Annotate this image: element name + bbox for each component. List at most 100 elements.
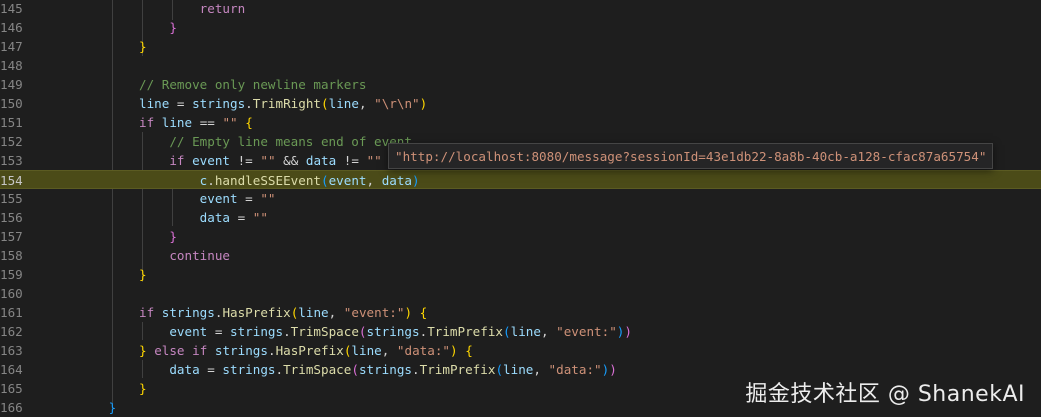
code-token: "event:"	[556, 324, 617, 339]
code-token: )	[412, 173, 420, 188]
line-number: 157	[0, 229, 23, 244]
code-token: strings	[161, 305, 215, 320]
code-token: ""	[366, 153, 382, 168]
line-number: 149	[0, 77, 23, 92]
code-token: ,	[328, 305, 344, 320]
code-token: .	[283, 324, 291, 339]
code-text: c.handleSSEEvent(event, data)	[48, 171, 420, 190]
code-line[interactable]: 158 continue	[0, 246, 1041, 265]
code-text: data = ""	[48, 208, 268, 227]
code-editor[interactable]: 145 return 146 } 147 } 148 149 // Remove onl…	[0, 0, 1041, 416]
code-token: }	[169, 229, 177, 244]
code-text: if strings.HasPrefix(line, "event:") {	[48, 303, 427, 322]
code-token: line	[139, 96, 170, 111]
code-line[interactable]: 149 // Remove only newline markers	[0, 75, 1041, 94]
code-line[interactable]: 157 }	[0, 227, 1041, 246]
code-token: =	[169, 96, 193, 111]
code-text: line = strings.TrimRight(line, "\r\n")	[48, 94, 427, 113]
code-token: &&	[275, 153, 306, 168]
code-text: continue	[48, 246, 230, 265]
code-token: (	[321, 96, 329, 111]
code-token: =	[207, 324, 230, 339]
code-token: event	[328, 173, 367, 188]
code-token: event	[169, 324, 208, 339]
code-token: data	[169, 362, 200, 377]
code-token: (	[358, 324, 367, 339]
code-token: =	[230, 210, 253, 225]
code-line[interactable]: 159 }	[0, 265, 1041, 284]
code-token: continue	[169, 248, 230, 263]
code-token: TrimRight	[252, 96, 322, 111]
code-token: ""	[260, 153, 276, 168]
code-token: !=	[230, 153, 261, 168]
code-token: data	[199, 210, 230, 225]
line-number: 153	[0, 153, 23, 168]
code-token: else	[154, 343, 185, 358]
line-number: 158	[0, 248, 23, 263]
code-line[interactable]: 160	[0, 284, 1041, 303]
code-token: !=	[336, 153, 367, 168]
code-token: ,	[533, 362, 549, 377]
code-token: (	[351, 362, 359, 377]
code-line[interactable]: 148	[0, 56, 1041, 75]
code-token: if	[139, 305, 155, 320]
code-token: // Remove only newline markers	[139, 77, 367, 92]
code-token: }	[139, 39, 147, 54]
code-text: data = strings.TrimSpace(strings.TrimPre…	[48, 360, 616, 379]
code-text: }	[48, 379, 147, 398]
code-line[interactable]: 150 line = strings.TrimRight(line, "\r\n…	[0, 94, 1041, 113]
code-token: strings	[366, 324, 420, 339]
code-token: (	[321, 173, 329, 188]
code-token: .	[412, 362, 420, 377]
code-line[interactable]: 147 }	[0, 37, 1041, 56]
line-number: 155	[0, 191, 23, 206]
code-token: "event:"	[343, 305, 405, 320]
code-token: ,	[381, 343, 397, 358]
line-number: 164	[0, 362, 23, 377]
code-line[interactable]: 161 if strings.HasPrefix(line, "event:")…	[0, 303, 1041, 322]
code-token: "\r\n"	[374, 96, 420, 111]
line-number: 163	[0, 343, 23, 358]
code-line[interactable]: 146 }	[0, 18, 1041, 37]
code-token: handleSSEEvent	[214, 173, 321, 188]
code-token: )	[404, 305, 413, 320]
code-text: // Empty line means end of event	[48, 132, 412, 151]
code-token: .	[207, 173, 215, 188]
code-token: line	[328, 96, 359, 111]
hover-tooltip: "http://localhost:8080/message?sessionId…	[388, 143, 994, 169]
code-line[interactable]: 163 } else if strings.HasPrefix(line, "d…	[0, 341, 1041, 360]
line-number: 146	[0, 20, 23, 35]
code-token: }	[139, 343, 147, 358]
code-token: event	[192, 153, 231, 168]
code-line[interactable]: 155 event = ""	[0, 189, 1041, 208]
code-line[interactable]: 162 event = strings.TrimSpace(strings.Tr…	[0, 322, 1041, 341]
code-token: )	[624, 324, 632, 339]
code-text: return	[48, 0, 246, 18]
code-text: if event != "" && data != ""	[48, 151, 382, 170]
code-token: line	[503, 362, 534, 377]
code-line[interactable]: 151 if line == "" {	[0, 113, 1041, 132]
code-text: event = strings.TrimSpace(strings.TrimPr…	[48, 322, 632, 341]
code-token: )	[450, 343, 458, 358]
code-line[interactable]: 145 return	[0, 0, 1041, 18]
code-line-current[interactable]: 154 c.handleSSEEvent(event, data)	[0, 170, 1041, 189]
code-token: {	[245, 115, 253, 130]
code-token: line	[510, 324, 541, 339]
code-line[interactable]: 156 data = ""	[0, 208, 1041, 227]
code-token: ,	[366, 173, 382, 188]
code-token: HasPrefix	[275, 343, 344, 358]
